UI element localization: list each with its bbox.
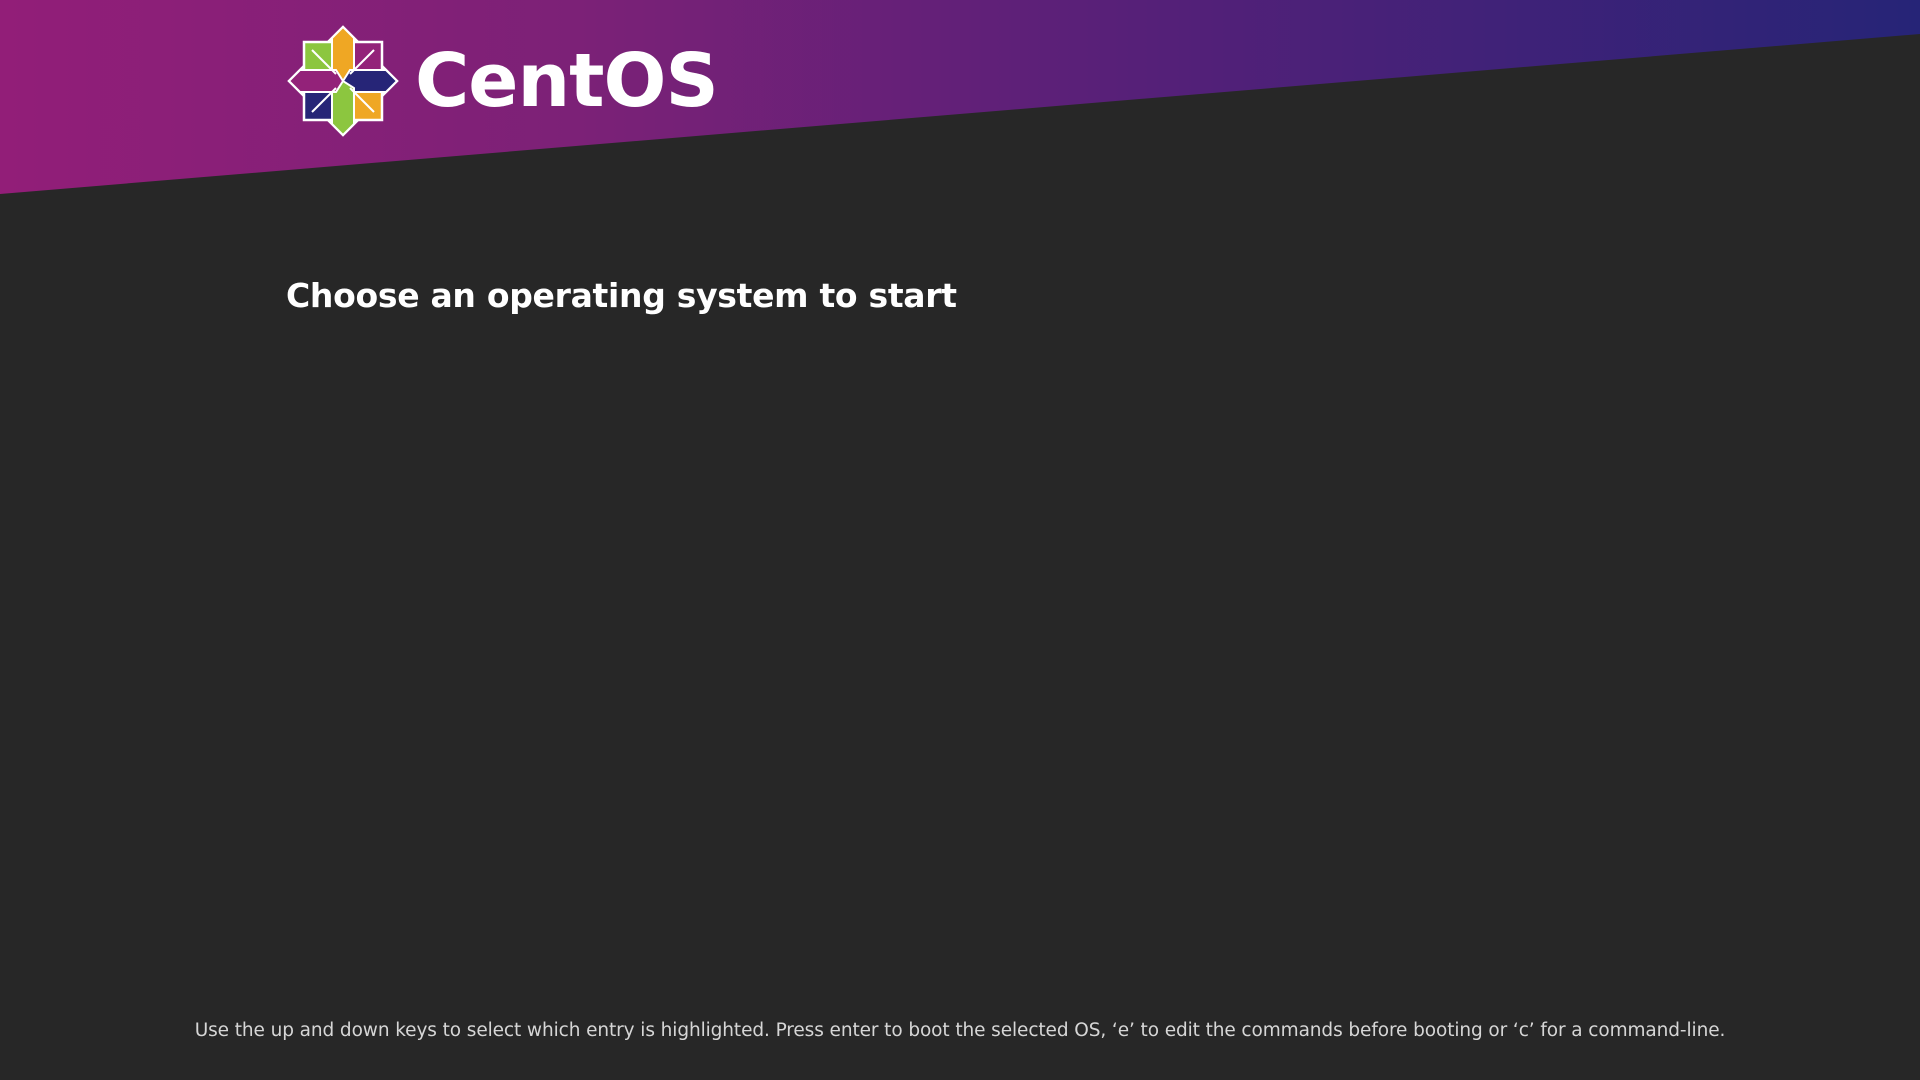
centos-logo-icon [287, 25, 399, 137]
brand-name: CentOS [415, 38, 719, 124]
help-text: Use the up and down keys to select which… [194, 1020, 1726, 1041]
menu-title: Choose an operating system to start [286, 276, 957, 315]
boot-menu[interactable] [286, 350, 1634, 950]
brand: CentOS [286, 24, 719, 138]
grub-boot-screen: CentOS Choose an operating system to sta… [0, 0, 1920, 1080]
